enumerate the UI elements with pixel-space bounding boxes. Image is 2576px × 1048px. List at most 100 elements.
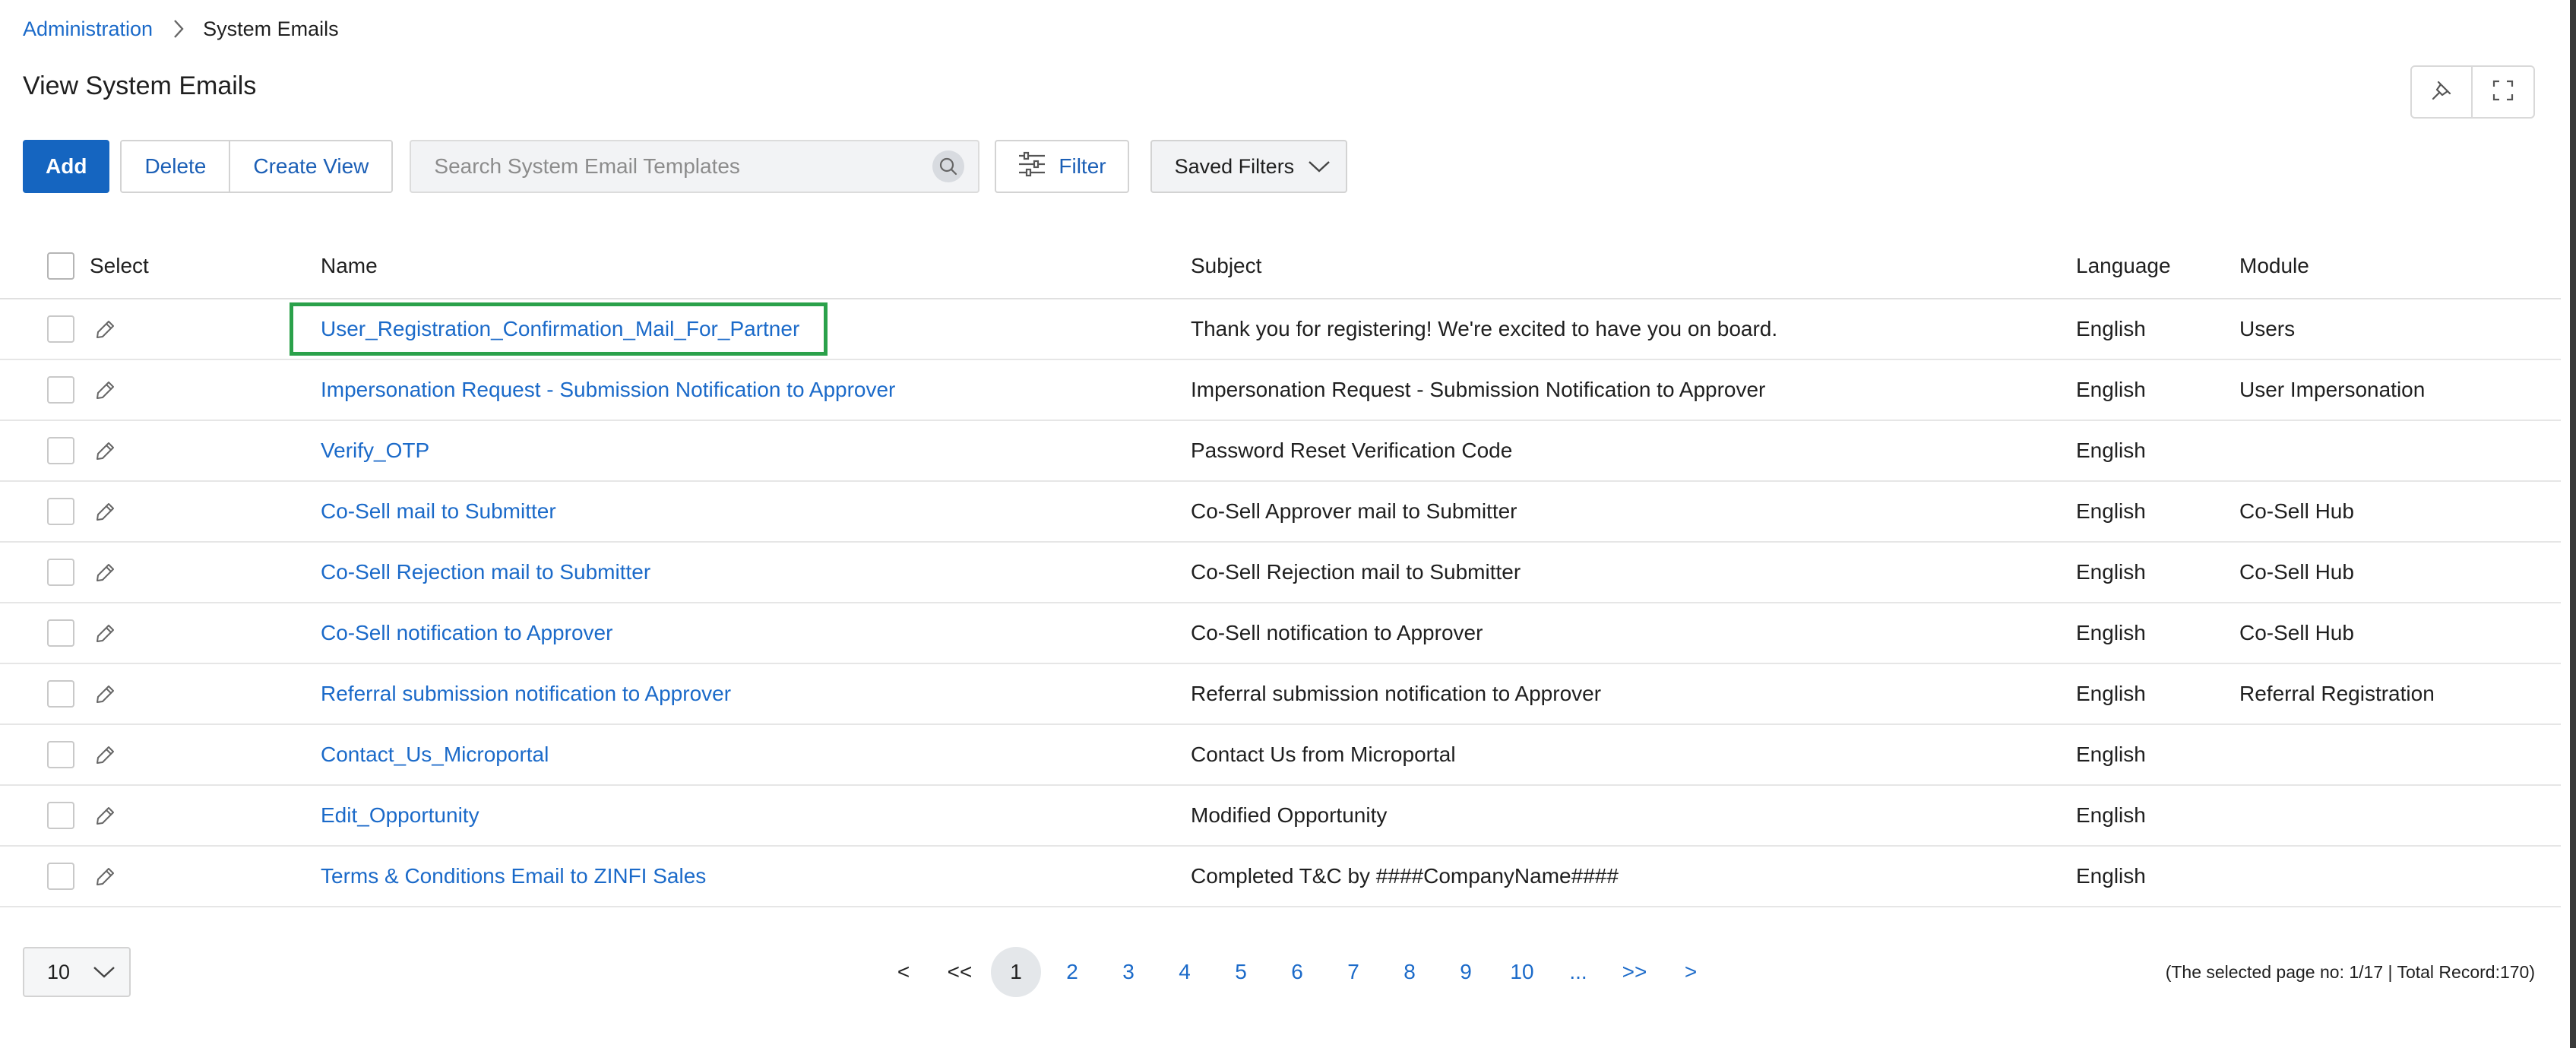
first-page-button[interactable]: <<	[935, 947, 985, 997]
email-name-link[interactable]: Co-Sell Rejection mail to Submitter	[321, 560, 650, 584]
select-column-header: Select	[0, 252, 321, 280]
row-checkbox[interactable]	[47, 376, 74, 404]
last-page-button[interactable]: >>	[1609, 947, 1660, 997]
email-subject: Contact Us from Microportal	[1191, 742, 1456, 766]
page-button-4[interactable]: 4	[1160, 947, 1210, 997]
language-column-header[interactable]: Language	[2076, 254, 2239, 278]
pencil-icon[interactable]	[94, 804, 117, 827]
email-name-link[interactable]: Impersonation Request - Submission Notif…	[321, 378, 895, 401]
page-button-6[interactable]: 6	[1272, 947, 1322, 997]
row-checkbox[interactable]	[47, 680, 74, 708]
page-size-select[interactable]: 10	[23, 947, 131, 997]
row-checkbox[interactable]	[47, 863, 74, 890]
email-subject: Password Reset Verification Code	[1191, 439, 1513, 462]
page-button-3[interactable]: 3	[1103, 947, 1154, 997]
row-checkbox[interactable]	[47, 315, 74, 343]
page-button-10[interactable]: 10	[1497, 947, 1547, 997]
pencil-icon[interactable]	[94, 561, 117, 584]
sliders-icon	[1017, 151, 1046, 182]
page-button-7[interactable]: 7	[1328, 947, 1378, 997]
add-button[interactable]: Add	[23, 140, 110, 193]
email-module: Co-Sell Hub	[2239, 499, 2354, 523]
table-header-row: Select Name Subject Language Module	[0, 234, 2561, 299]
email-language: English	[2076, 803, 2146, 827]
page-button-8[interactable]: 8	[1385, 947, 1435, 997]
page-button-2[interactable]: 2	[1047, 947, 1097, 997]
table-row: Verify_OTP Password Reset Verification C…	[0, 421, 2561, 482]
delete-button[interactable]: Delete	[122, 141, 229, 192]
row-checkbox[interactable]	[47, 802, 74, 829]
row-checkbox[interactable]	[47, 559, 74, 586]
next-page-button[interactable]: >	[1666, 947, 1716, 997]
search-icon[interactable]	[932, 150, 965, 182]
email-name-link[interactable]: Referral submission notification to Appr…	[321, 682, 731, 705]
table-row: Edit_Opportunity Modified Opportunity En…	[0, 786, 2561, 847]
email-name-link[interactable]: Co-Sell notification to Approver	[321, 621, 612, 644]
email-name-link[interactable]: Verify_OTP	[321, 439, 429, 462]
email-name-link[interactable]: Terms & Conditions Email to ZINFI Sales	[321, 864, 706, 888]
select-all-checkbox[interactable]	[47, 252, 74, 280]
email-subject: Co-Sell Approver mail to Submitter	[1191, 499, 1517, 523]
email-subject: Referral submission notification to Appr…	[1191, 682, 1602, 705]
more-pages-button[interactable]: ...	[1553, 947, 1603, 997]
select-column-label: Select	[90, 254, 149, 277]
window-edge	[2570, 0, 2576, 1048]
email-name-link[interactable]: Edit_Opportunity	[321, 803, 479, 827]
create-view-button[interactable]: Create View	[229, 141, 392, 192]
page-button-5[interactable]: 5	[1216, 947, 1266, 997]
filter-label: Filter	[1059, 154, 1106, 178]
module-column-header[interactable]: Module	[2239, 254, 2561, 278]
chevron-down-icon	[93, 965, 116, 979]
saved-filters-label: Saved Filters	[1174, 154, 1295, 178]
page-button-9[interactable]: 9	[1441, 947, 1491, 997]
breadcrumb: Administration System Emails	[23, 14, 339, 44]
pencil-icon[interactable]	[94, 439, 117, 462]
search-input[interactable]	[411, 141, 979, 192]
pencil-icon[interactable]	[94, 743, 117, 766]
email-language: English	[2076, 742, 2146, 766]
chevron-down-icon	[1308, 160, 1331, 173]
email-subject: Completed T&C by ####CompanyName####	[1191, 864, 1619, 888]
row-checkbox[interactable]	[47, 437, 74, 464]
pin-button[interactable]	[2410, 65, 2473, 119]
pencil-icon[interactable]	[94, 865, 117, 888]
pencil-icon[interactable]	[94, 378, 117, 401]
email-language: English	[2076, 499, 2146, 523]
email-module: Referral Registration	[2239, 682, 2435, 705]
table-row: Impersonation Request - Submission Notif…	[0, 360, 2561, 421]
email-name-link[interactable]: Contact_Us_Microportal	[321, 742, 549, 766]
pencil-icon[interactable]	[94, 622, 117, 644]
system-emails-table: Select Name Subject Language Module User…	[0, 234, 2561, 907]
table-row: Co-Sell notification to Approver Co-Sell…	[0, 603, 2561, 664]
pagination-footer: 10 < << 1 2 3 4 5 6 7 8 9 10 ... >> > (T…	[23, 947, 2535, 997]
table-row: Co-Sell Rejection mail to Submitter Co-S…	[0, 543, 2561, 603]
email-language: English	[2076, 317, 2146, 340]
table-row: Terms & Conditions Email to ZINFI Sales …	[0, 847, 2561, 907]
fullscreen-button[interactable]	[2473, 65, 2535, 119]
row-checkbox[interactable]	[47, 498, 74, 525]
prev-page-button[interactable]: <	[878, 947, 929, 997]
email-language: English	[2076, 621, 2146, 644]
pencil-icon[interactable]	[94, 318, 117, 340]
row-checkbox[interactable]	[47, 741, 74, 768]
email-module: Co-Sell Hub	[2239, 621, 2354, 644]
page-title: View System Emails	[23, 71, 257, 100]
saved-filters-dropdown[interactable]: Saved Filters	[1150, 140, 1348, 193]
breadcrumb-administration-link[interactable]: Administration	[23, 17, 153, 41]
pencil-icon[interactable]	[94, 500, 117, 523]
name-column-header[interactable]: Name	[321, 254, 1191, 278]
page-button-1[interactable]: 1	[991, 947, 1041, 997]
email-subject: Co-Sell Rejection mail to Submitter	[1191, 560, 1521, 584]
breadcrumb-current: System Emails	[203, 17, 339, 40]
subject-column-header[interactable]: Subject	[1191, 254, 2076, 278]
email-name-link[interactable]: User_Registration_Confirmation_Mail_For_…	[321, 317, 799, 340]
email-name-link[interactable]: Co-Sell mail to Submitter	[321, 499, 556, 523]
filter-button[interactable]: Filter	[995, 140, 1129, 193]
pencil-icon[interactable]	[94, 682, 117, 705]
email-subject: Co-Sell notification to Approver	[1191, 621, 1483, 644]
toolbar: Add Delete Create View Filter Saved Filt…	[23, 140, 1348, 193]
email-subject: Impersonation Request - Submission Notif…	[1191, 378, 1766, 401]
row-checkbox[interactable]	[47, 619, 74, 647]
table-row: User_Registration_Confirmation_Mail_For_…	[0, 299, 2561, 360]
table-row: Co-Sell mail to Submitter Co-Sell Approv…	[0, 482, 2561, 543]
